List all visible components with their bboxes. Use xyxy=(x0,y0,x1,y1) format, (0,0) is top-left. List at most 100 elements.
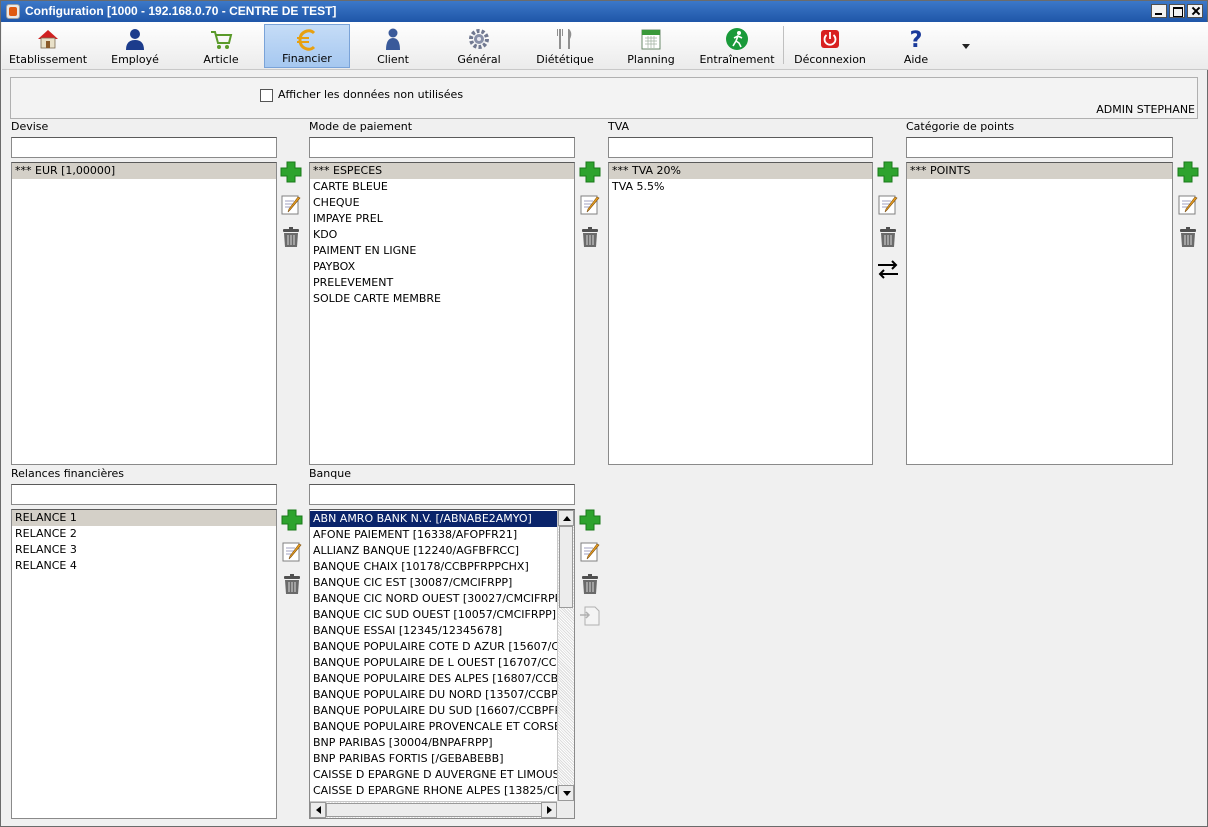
tva-list[interactable]: *** TVA 20% TVA 5.5% xyxy=(608,162,873,465)
window-controls xyxy=(1151,4,1203,18)
relances-delete-trash-icon[interactable] xyxy=(280,572,304,596)
calendar-icon xyxy=(641,29,661,50)
toolbar-deconnexion[interactable]: Déconnexion xyxy=(786,24,874,68)
banque-vertical-scrollbar[interactable] xyxy=(557,510,574,801)
scroll-right-arrow-icon[interactable] xyxy=(541,802,557,818)
list-item[interactable]: BANQUE POPULAIRE DU SUD [16607/CCBPFRPPP… xyxy=(310,703,574,719)
list-item[interactable]: CAISSE D EPARGNE D AUVERGNE ET LIMOUSIN … xyxy=(310,767,574,783)
scroll-thumb[interactable] xyxy=(559,526,573,608)
list-item[interactable]: *** TVA 20% xyxy=(609,163,872,179)
list-item[interactable]: BANQUE POPULAIRE PROVENCALE ET CORSE [14… xyxy=(310,719,574,735)
list-item[interactable]: IMPAYE PREL xyxy=(310,211,574,227)
scroll-down-arrow-icon[interactable] xyxy=(558,785,574,801)
toolbar-overflow-chevron-icon[interactable] xyxy=(962,44,970,49)
close-button[interactable] xyxy=(1187,4,1203,18)
mode-paiement-delete-trash-icon[interactable] xyxy=(578,225,602,249)
tva-label: TVA xyxy=(608,120,630,133)
list-item[interactable]: BANQUE POPULAIRE COTE D AZUR [15607/CCBP… xyxy=(310,639,574,655)
list-item[interactable]: RELANCE 3 xyxy=(12,542,276,558)
devise-search-input[interactable] xyxy=(11,137,277,158)
help-icon: ? xyxy=(910,28,923,51)
list-item[interactable]: BANQUE CIC SUD OUEST [10057/CMCIFRPP] xyxy=(310,607,557,623)
categorie-points-add-plus-icon[interactable] xyxy=(1176,160,1200,184)
tva-add-plus-icon[interactable] xyxy=(876,160,900,184)
maximize-button[interactable] xyxy=(1169,4,1185,18)
categorie-points-edit-icon[interactable] xyxy=(1176,193,1200,217)
list-item[interactable]: AFONE PAIEMENT [16338/AFOPFR21] xyxy=(310,527,557,543)
toolbar-general[interactable]: Général xyxy=(436,24,522,68)
list-item[interactable]: CAISSE D EPARGNE RHONE ALPES [13825/CEPA… xyxy=(310,783,574,799)
mode-paiement-label: Mode de paiement xyxy=(309,120,413,133)
categorie-points-list[interactable]: *** POINTS xyxy=(906,162,1173,465)
list-item[interactable]: BANQUE CHAIX [10178/CCBPFRPPCHX] xyxy=(310,559,557,575)
toolbar-etablissement[interactable]: Etablissement xyxy=(4,24,92,68)
scroll-left-arrow-icon[interactable] xyxy=(310,802,326,818)
list-item[interactable]: BANQUE POPULAIRE DE L OUEST [16707/CCBPF… xyxy=(310,655,574,671)
list-item[interactable]: RELANCE 4 xyxy=(12,558,276,574)
relances-search-input[interactable] xyxy=(11,484,277,505)
list-item[interactable]: BANQUE CIC NORD OUEST [30027/CMCIFRPP] xyxy=(310,591,566,607)
toolbar-dietetique[interactable]: Diététique xyxy=(522,24,608,68)
tva-edit-icon[interactable] xyxy=(876,193,900,217)
list-item[interactable]: RELANCE 2 xyxy=(12,526,276,542)
banque-horizontal-scrollbar[interactable] xyxy=(310,801,557,818)
toolbar-planning[interactable]: Planning xyxy=(608,24,694,68)
relances-list[interactable]: RELANCE 1 RELANCE 2 RELANCE 3 RELANCE 4 xyxy=(11,509,277,819)
list-item[interactable]: ALLIANZ BANQUE [12240/AGFBFRCC] xyxy=(310,543,557,559)
mode-paiement-search-input[interactable] xyxy=(309,137,575,158)
toolbar-financier[interactable]: Financier xyxy=(264,24,350,68)
toolbar-employe[interactable]: Employé xyxy=(92,24,178,68)
list-item[interactable]: PAIMENT EN LIGNE xyxy=(310,243,574,259)
list-item[interactable]: SOLDE CARTE MEMBRE xyxy=(310,291,574,307)
mode-paiement-add-plus-icon[interactable] xyxy=(578,160,602,184)
relances-add-plus-icon[interactable] xyxy=(280,508,304,532)
list-item[interactable]: KDO xyxy=(310,227,574,243)
toolbar-label: Etablissement xyxy=(8,53,88,66)
devise-edit-icon[interactable] xyxy=(279,193,303,217)
list-item[interactable]: PRELEVEMENT xyxy=(310,275,574,291)
list-item[interactable]: PAYBOX xyxy=(310,259,574,275)
list-item[interactable]: BANQUE POPULAIRE DU NORD [13507/CCBPFRPP… xyxy=(310,687,574,703)
banque-add-plus-icon[interactable] xyxy=(578,508,602,532)
list-item[interactable]: ABN AMRO BANK N.V. [/ABNABE2AMYO] xyxy=(310,511,557,527)
list-item[interactable]: *** POINTS xyxy=(907,163,1172,179)
list-item[interactable]: RELANCE 1 xyxy=(12,510,276,526)
banque-list[interactable]: ABN AMRO BANK N.V. [/ABNABE2AMYO] AFONE … xyxy=(309,509,575,819)
relances-label: Relances financières xyxy=(11,467,124,480)
devise-delete-trash-icon[interactable] xyxy=(279,225,303,249)
minimize-button[interactable] xyxy=(1151,4,1167,18)
banque-import-document-icon[interactable] xyxy=(578,604,602,628)
list-item[interactable]: TVA 5.5% xyxy=(609,179,872,195)
tva-swap-arrows-icon[interactable] xyxy=(876,257,900,281)
scroll-thumb[interactable] xyxy=(326,803,544,817)
devise-list[interactable]: *** EUR [1,00000] xyxy=(11,162,277,465)
mode-paiement-edit-icon[interactable] xyxy=(578,193,602,217)
banque-edit-icon[interactable] xyxy=(578,540,602,564)
toolbar-label: Entraînement xyxy=(699,53,775,66)
show-unused-checkbox[interactable] xyxy=(260,89,273,102)
mode-paiement-list[interactable]: *** ESPECES CARTE BLEUE CHEQUE IMPAYE PR… xyxy=(309,162,575,465)
list-item[interactable]: BANQUE CIC EST [30087/CMCIFRPP] xyxy=(310,575,557,591)
toolbar-aide[interactable]: ? Aide xyxy=(874,24,958,68)
toolbar-entrainement[interactable]: Entraînement xyxy=(694,24,780,68)
scroll-up-arrow-icon[interactable] xyxy=(558,510,574,526)
list-item[interactable]: BNP PARIBAS [30004/BNPAFRPP] xyxy=(310,735,557,751)
tva-delete-trash-icon[interactable] xyxy=(876,225,900,249)
tva-search-input[interactable] xyxy=(608,137,873,158)
toolbar-client[interactable]: Client xyxy=(350,24,436,68)
banque-search-input[interactable] xyxy=(309,484,575,505)
toolbar-article[interactable]: Article xyxy=(178,24,264,68)
devise-add-plus-icon[interactable] xyxy=(279,160,303,184)
list-item[interactable]: *** ESPECES xyxy=(310,163,574,179)
list-item[interactable]: BANQUE POPULAIRE DES ALPES [16807/CCBPFR… xyxy=(310,671,574,687)
list-item[interactable]: *** EUR [1,00000] xyxy=(12,163,276,179)
categorie-points-delete-trash-icon[interactable] xyxy=(1176,225,1200,249)
banque-delete-trash-icon[interactable] xyxy=(578,572,602,596)
list-item[interactable]: CHEQUE xyxy=(310,195,574,211)
list-item[interactable]: CARTE BLEUE xyxy=(310,179,574,195)
relances-edit-icon[interactable] xyxy=(280,540,304,564)
categorie-points-search-input[interactable] xyxy=(906,137,1173,158)
cutlery-icon xyxy=(557,29,572,49)
list-item[interactable]: BNP PARIBAS FORTIS [/GEBABEBB] xyxy=(310,751,557,767)
list-item[interactable]: BANQUE ESSAI [12345/12345678] xyxy=(310,623,557,639)
